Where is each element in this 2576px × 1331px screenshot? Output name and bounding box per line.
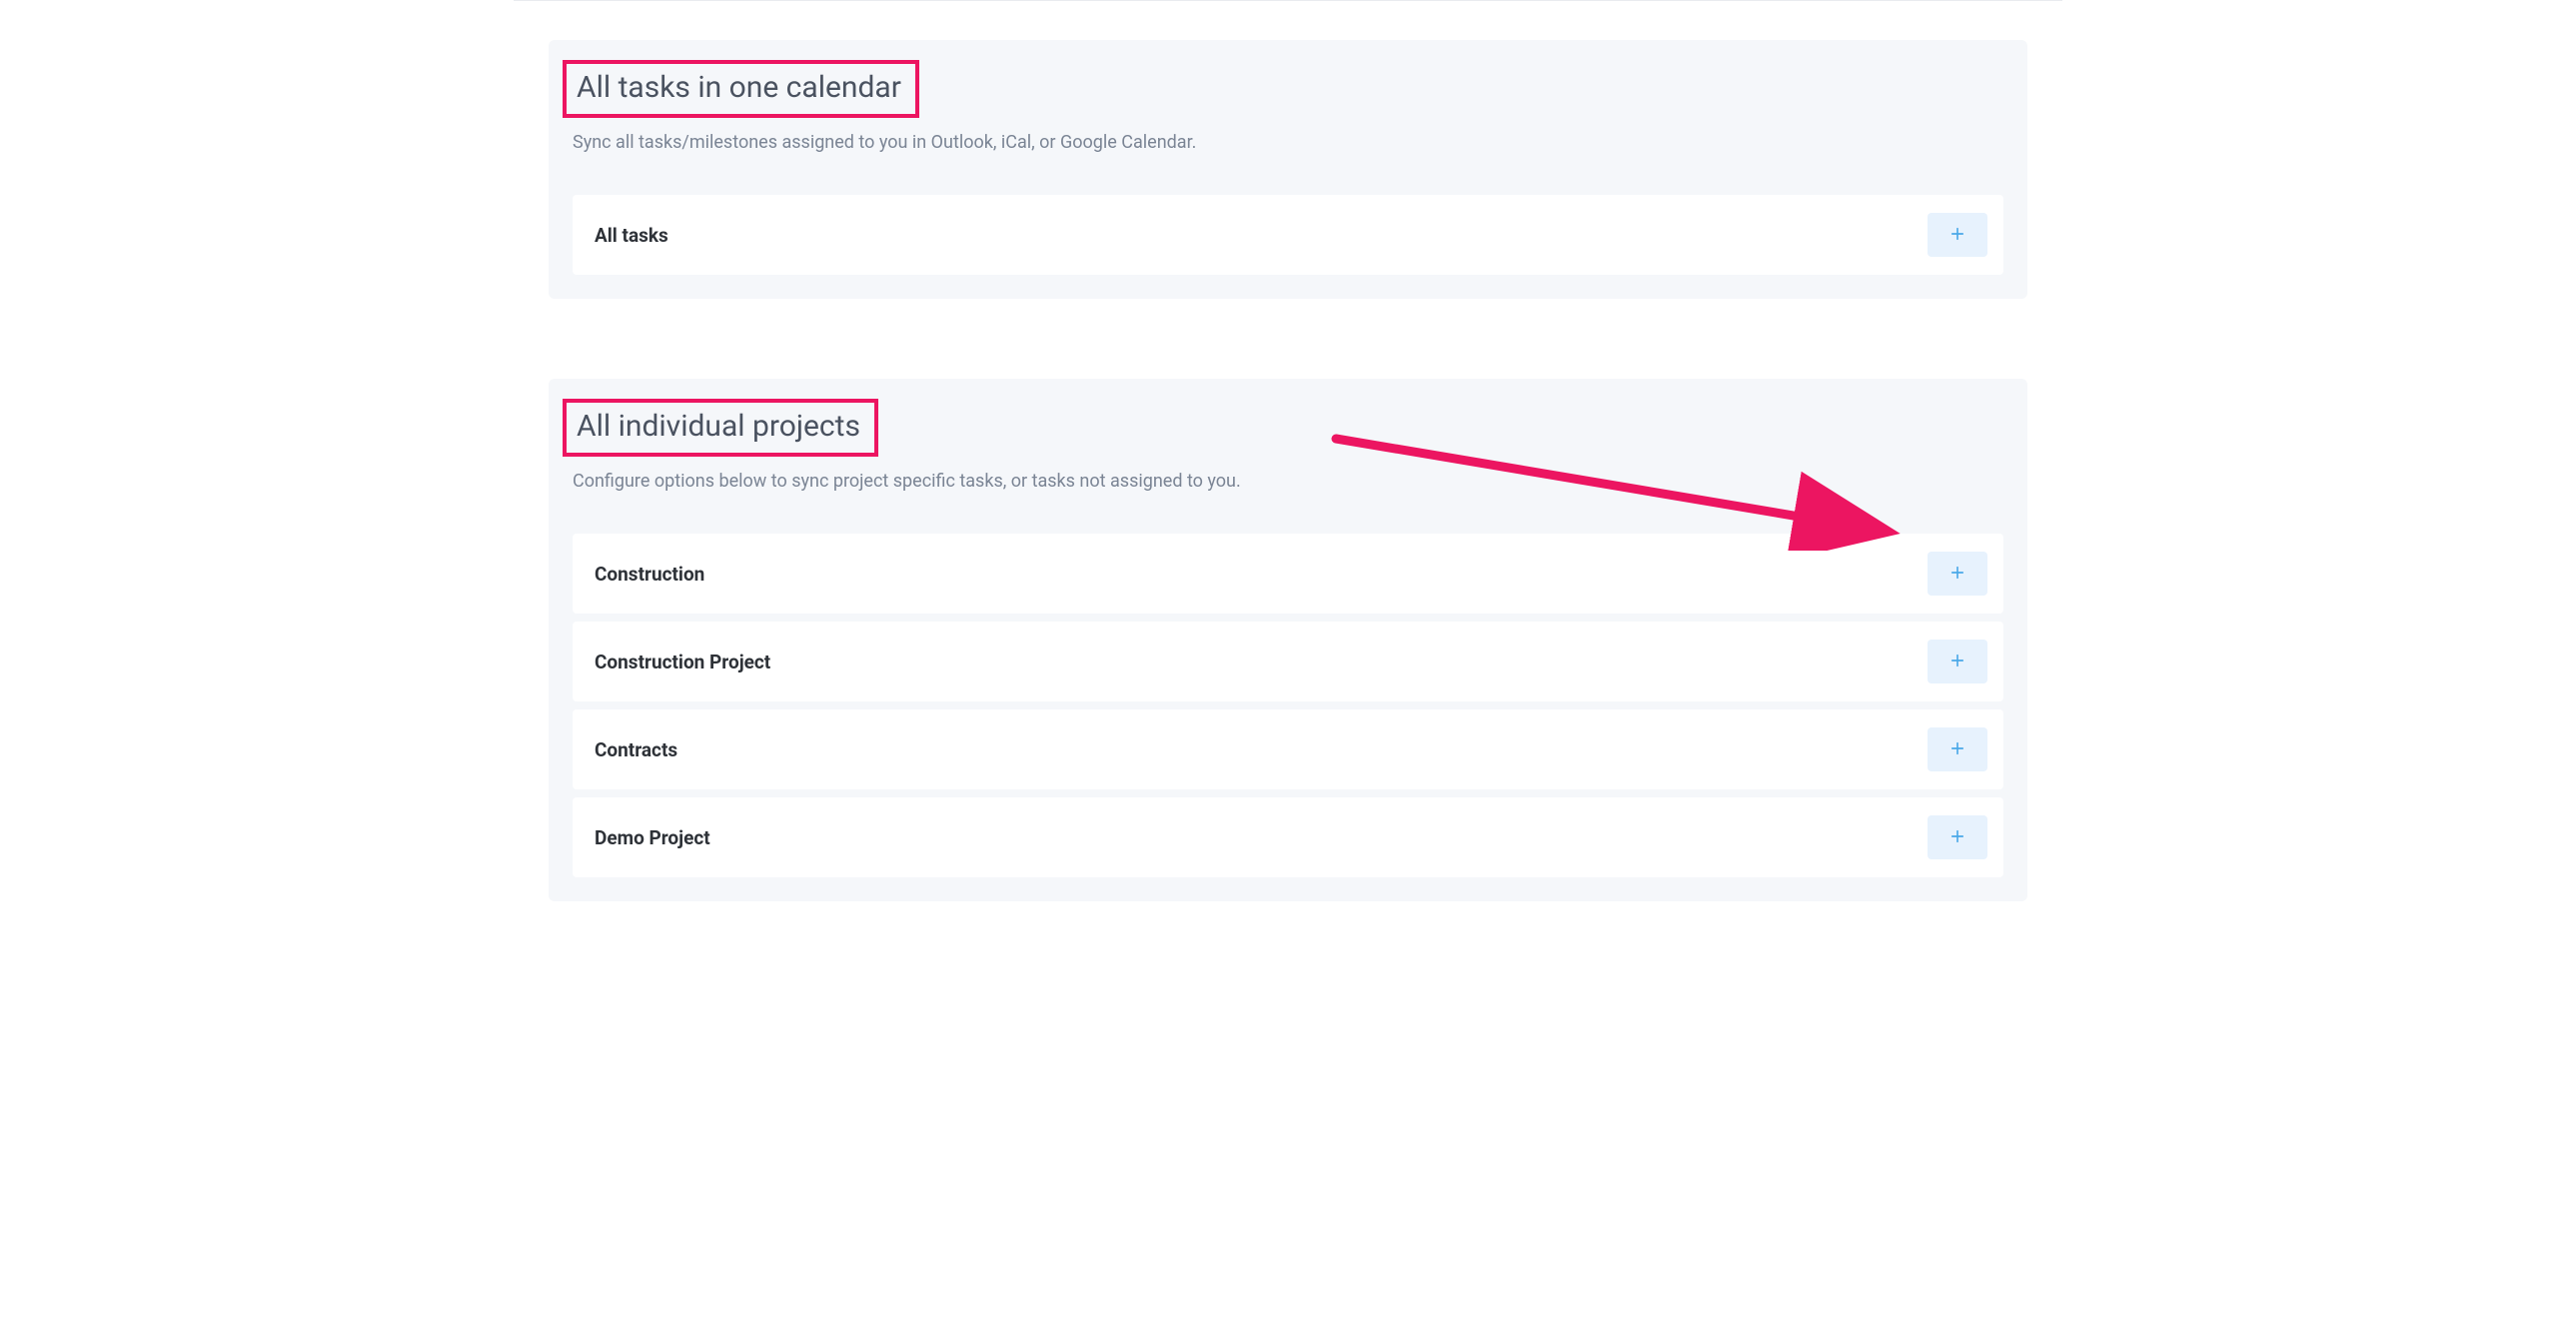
section-all-tasks: All tasks in one calendar Sync all tasks… xyxy=(549,40,2027,299)
section-title-individual-projects: All individual projects xyxy=(563,399,878,457)
list-item: Demo Project xyxy=(573,797,2003,877)
item-label: Construction xyxy=(595,563,704,586)
plus-icon xyxy=(1948,652,1966,672)
plus-icon xyxy=(1948,827,1966,848)
section-description-individual-projects: Configure options below to sync project … xyxy=(573,469,2003,494)
list-item: Construction xyxy=(573,534,2003,614)
add-button[interactable] xyxy=(1928,552,1987,596)
add-button[interactable] xyxy=(1928,640,1987,683)
plus-icon xyxy=(1948,225,1966,246)
section-description-all-tasks: Sync all tasks/milestones assigned to yo… xyxy=(573,130,2003,155)
add-button[interactable] xyxy=(1928,213,1987,257)
list-item: All tasks xyxy=(573,195,2003,275)
all-tasks-item-list: All tasks xyxy=(573,195,2003,275)
list-item: Construction Project xyxy=(573,622,2003,701)
item-label: Demo Project xyxy=(595,826,710,849)
add-button[interactable] xyxy=(1928,727,1987,771)
add-button[interactable] xyxy=(1928,815,1987,859)
section-individual-projects: All individual projects Configure option… xyxy=(549,379,2027,901)
item-label: Construction Project xyxy=(595,651,770,673)
list-item: Contracts xyxy=(573,709,2003,789)
item-label: All tasks xyxy=(595,224,668,247)
projects-item-list: Construction Construction Project xyxy=(573,534,2003,877)
plus-icon xyxy=(1948,739,1966,760)
top-divider xyxy=(514,0,2062,1)
section-title-all-tasks: All tasks in one calendar xyxy=(563,60,919,118)
plus-icon xyxy=(1948,564,1966,585)
item-label: Contracts xyxy=(595,738,677,761)
